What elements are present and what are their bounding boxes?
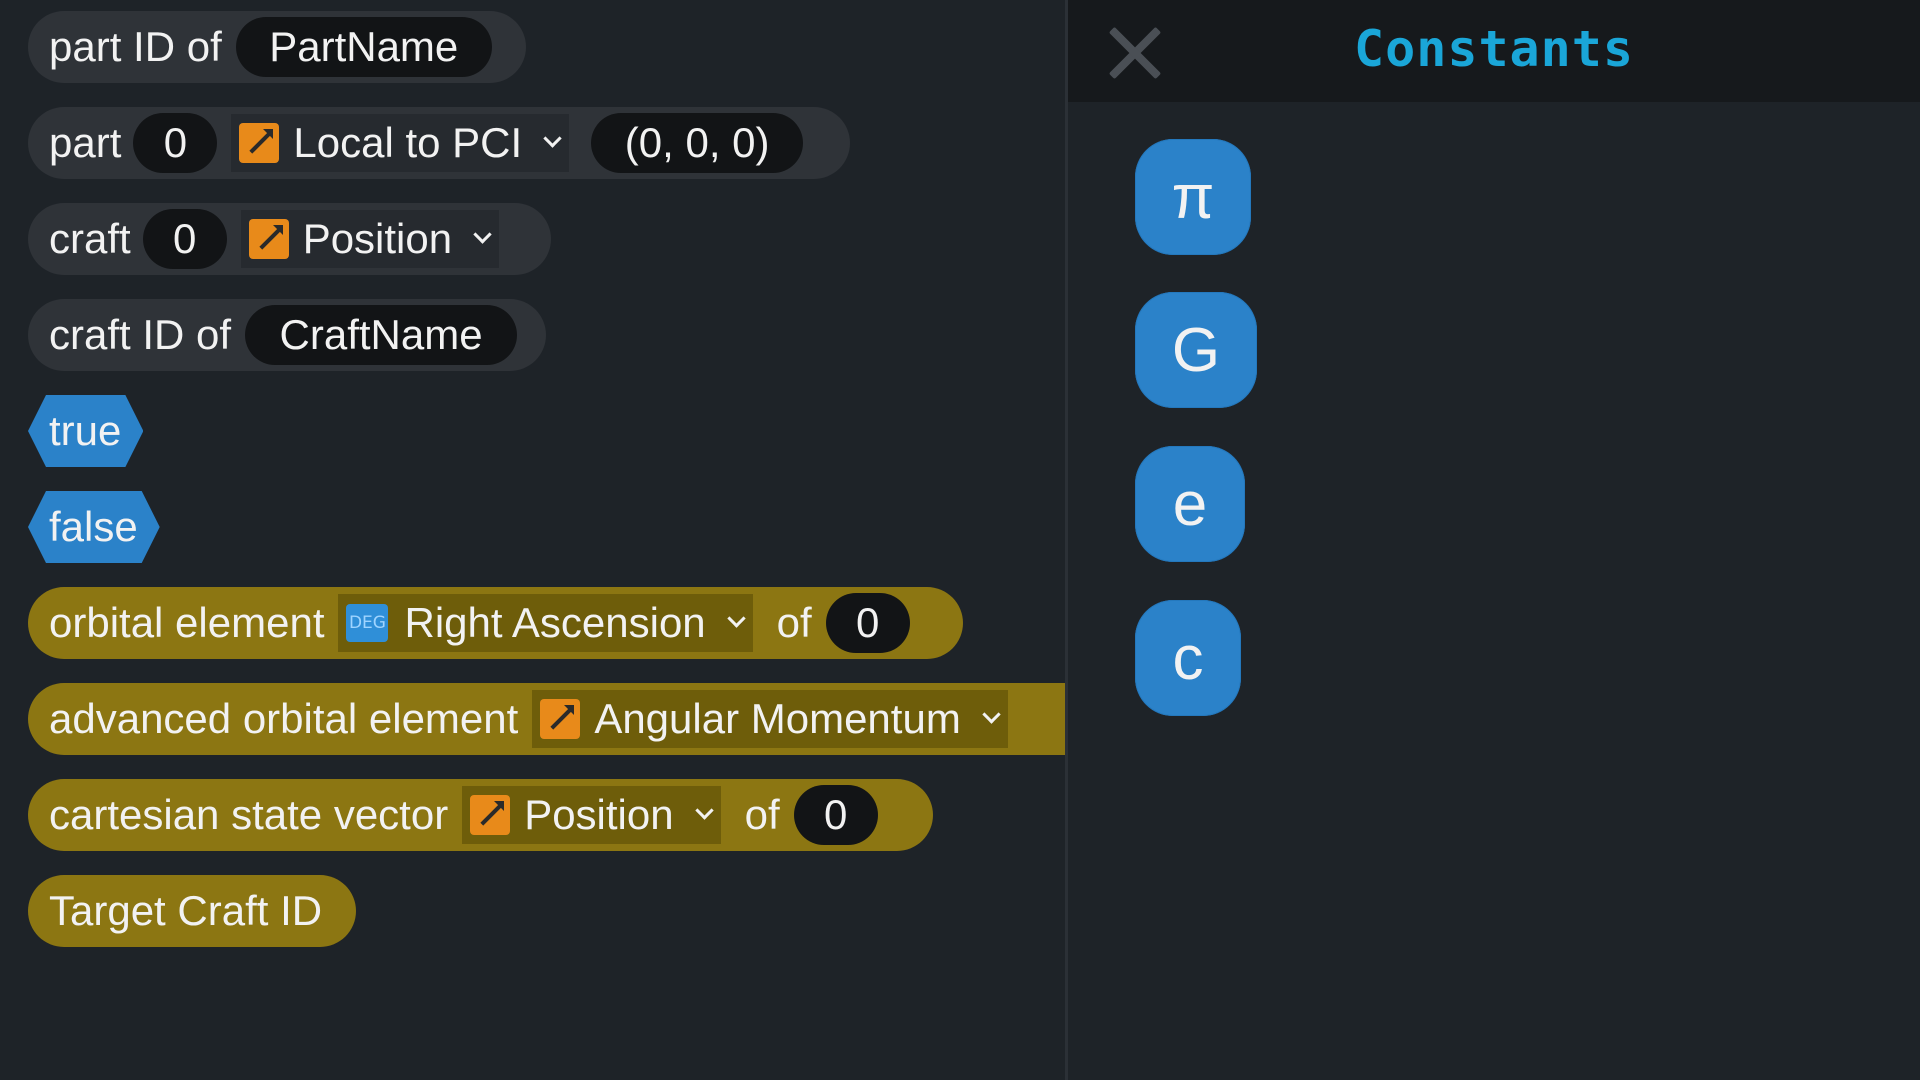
cartesian-state-vector-dropdown-label: Position (524, 791, 674, 838)
craft-property-dropdown-label: Position (302, 215, 453, 262)
chevron-down-icon (982, 704, 1001, 724)
craft-index-input[interactable]: 0 (142, 209, 227, 269)
vector-input[interactable]: (0, 0, 0) (591, 113, 804, 173)
craft-id-block[interactable]: craft ID of CraftName (28, 299, 546, 371)
craft-property-dropdown[interactable]: Position (240, 210, 500, 268)
craft-property-label: craft (49, 215, 131, 262)
cartesian-state-vector-input[interactable]: 0 (793, 785, 878, 845)
degree-icon: DEG (346, 604, 389, 642)
advanced-orbital-element-dropdown-label: Angular Momentum (594, 695, 961, 742)
c-constant-block[interactable]: c (1135, 600, 1241, 716)
vector-arrow-icon (248, 219, 289, 259)
orbital-element-block[interactable]: orbital element DEG Right Ascension of 0 (28, 587, 963, 659)
part-index-input[interactable]: 0 (133, 113, 218, 173)
target-craft-id-block[interactable]: Target Craft ID (28, 875, 356, 947)
flyout-title: Constants (1354, 20, 1634, 78)
part-transform-block[interactable]: part 0 Local to PCI (0, 0, 0) (28, 107, 850, 179)
part-id-block[interactable]: part ID of PartName (28, 11, 526, 83)
part-id-label: part ID of (49, 23, 222, 70)
chevron-down-icon (726, 608, 746, 628)
orbital-element-dropdown-label: Right Ascension (404, 599, 706, 646)
transform-dropdown-label: Local to PCI (293, 119, 523, 166)
orbital-element-label: orbital element (49, 599, 325, 646)
cartesian-state-vector-of-label: of (744, 791, 780, 838)
craft-id-label: craft ID of (49, 311, 232, 358)
craft-name-input[interactable]: CraftName (245, 305, 518, 365)
pi-constant-block[interactable]: π (1135, 139, 1251, 255)
vector-arrow-icon (540, 699, 581, 739)
g-constant-block[interactable]: G (1135, 292, 1257, 408)
target-craft-id-label: Target Craft ID (49, 887, 323, 934)
blocks-toolbox: part ID of PartName part 0 Local to PCI … (0, 0, 1065, 1080)
true-block[interactable]: true (28, 395, 143, 467)
advanced-orbital-element-dropdown[interactable]: Angular Momentum (532, 690, 1008, 748)
vector-arrow-icon (470, 795, 511, 835)
transform-dropdown[interactable]: Local to PCI (231, 114, 570, 172)
chevron-down-icon (473, 224, 492, 244)
constants-flyout: Constants π G e c (1068, 0, 1920, 1080)
cartesian-state-vector-dropdown[interactable]: Position (462, 786, 721, 844)
craft-property-block[interactable]: craft 0 Position (28, 203, 551, 275)
part-name-input[interactable]: PartName (235, 17, 492, 77)
e-constant-block[interactable]: e (1135, 446, 1245, 562)
advanced-orbital-element-block[interactable]: advanced orbital element Angular Momentu… (28, 683, 1065, 755)
orbital-element-of-label: of (776, 599, 812, 646)
orbital-element-dropdown[interactable]: DEG Right Ascension (338, 594, 753, 652)
flyout-header: Constants (1068, 0, 1920, 102)
chevron-down-icon (543, 128, 562, 148)
advanced-orbital-element-label: advanced orbital element (49, 695, 519, 742)
cartesian-state-vector-label: cartesian state vector (49, 791, 449, 838)
chevron-down-icon (694, 800, 714, 820)
cartesian-state-vector-block[interactable]: cartesian state vector Position of 0 (28, 779, 933, 851)
vector-arrow-icon (239, 123, 280, 163)
orbital-element-input[interactable]: 0 (825, 593, 910, 653)
false-block[interactable]: false (28, 491, 160, 563)
part-transform-label: part (49, 119, 122, 166)
